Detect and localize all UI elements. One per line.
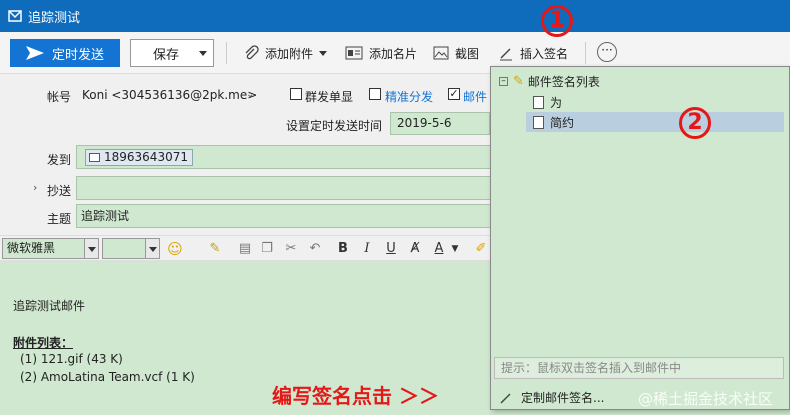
signature-item[interactable]: 为 xyxy=(533,92,562,112)
annotation-marker-2: 2 xyxy=(679,107,711,139)
save-label: 保存 xyxy=(153,47,180,63)
paperclip-icon xyxy=(245,45,259,60)
save-button[interactable]: 保存 xyxy=(130,39,214,67)
paste-icon[interactable]: ▤ xyxy=(236,240,254,258)
recipient-chip[interactable]: 18963643071 xyxy=(85,149,193,166)
cc-label: 抄送 xyxy=(47,184,72,198)
schedule-date-value: 2019-5-6 xyxy=(397,116,452,130)
signature-item-label: 简约 xyxy=(550,115,575,130)
more-options-icon[interactable]: ··· xyxy=(597,42,617,62)
add-card-button[interactable]: 添加名片 xyxy=(345,42,417,64)
pen-icon xyxy=(500,392,511,404)
toolbar-divider xyxy=(226,42,227,64)
copy-icon[interactable]: ❐ xyxy=(258,240,276,258)
signature-list-root[interactable]: – ✎ 邮件签名列表 xyxy=(499,71,600,91)
document-icon xyxy=(533,95,544,109)
add-attachment-label: 添加附件 xyxy=(265,46,314,61)
signature-hint-text: 提示：鼠标双击签名插入到邮件中 xyxy=(501,361,682,375)
image-icon xyxy=(433,46,449,60)
account-select[interactable]: Koni <304536136@2pk.me> xyxy=(82,88,257,102)
mail-compose-icon xyxy=(8,10,22,22)
toolbar-divider xyxy=(585,42,586,64)
schedule-date-field[interactable]: 2019-5-6 xyxy=(390,112,490,135)
chevron-down-icon[interactable] xyxy=(199,51,207,56)
insert-signature-button[interactable]: 插入签名 xyxy=(498,42,568,64)
document-icon xyxy=(533,115,544,129)
send-arrow-icon xyxy=(25,46,44,60)
annotation-marker-1-text: 1 xyxy=(549,8,565,33)
emoji-icon[interactable]: ☺ xyxy=(166,240,184,258)
signature-list-label: 邮件签名列表 xyxy=(527,74,600,89)
send-timed-button[interactable]: 定时发送 xyxy=(10,39,120,67)
attachment-item: (1) 121.gif (43 K) xyxy=(20,352,123,366)
watermark: @稀土掘金技术社区 xyxy=(638,390,774,408)
chevron-down-icon[interactable] xyxy=(319,50,328,56)
title-bar: 追踪测试 xyxy=(0,0,790,32)
group-single-label: 群发单显 xyxy=(305,90,354,104)
business-card-icon xyxy=(345,46,363,60)
insert-signature-label: 插入签名 xyxy=(520,46,569,61)
schedule-label: 设置定时发送时间 xyxy=(286,119,383,133)
attachment-list-title: 附件列表： xyxy=(13,336,74,350)
chevron-down-icon[interactable]: ⌄ xyxy=(246,89,254,100)
signature-folder-icon: ✎ xyxy=(513,73,524,89)
format-painter-icon[interactable]: ✎ xyxy=(206,240,224,258)
custom-signature-label: 定制邮件签名... xyxy=(521,391,605,405)
bold-icon[interactable]: B xyxy=(334,240,352,258)
add-attachment-button[interactable]: 添加附件 xyxy=(243,42,328,64)
signature-popup: – ✎ 邮件签名列表 为 简约 提示：鼠标双击签名插入到邮件中 定制邮件签名..… xyxy=(490,66,790,410)
subject-label: 主题 xyxy=(47,212,72,226)
underline-icon[interactable]: U xyxy=(382,240,400,258)
precise-dist-checkbox[interactable] xyxy=(369,88,381,100)
to-label: 发到 xyxy=(47,153,72,167)
screenshot-button[interactable]: 截图 xyxy=(433,42,479,64)
window-title: 追踪测试 xyxy=(28,10,81,26)
strikethrough-icon[interactable]: Ⱥ xyxy=(406,240,424,258)
recipient-text: 18963643071 xyxy=(104,150,188,164)
collapse-icon[interactable]: – xyxy=(499,76,508,86)
screenshot-label: 截图 xyxy=(455,46,480,61)
send-timed-label: 定时发送 xyxy=(51,47,104,63)
signature-item-label: 为 xyxy=(550,95,563,110)
custom-signature-button[interactable]: 定制邮件签名... xyxy=(499,389,604,406)
contact-card-icon xyxy=(89,153,100,162)
annotation-marker-1: 1 xyxy=(541,5,573,37)
group-single-checkbox[interactable] xyxy=(290,88,302,100)
undo-icon[interactable]: ↶ xyxy=(306,240,324,258)
annotation-caption: 编写签名点击 ＞＞ xyxy=(272,384,439,408)
annotation-marker-2-text: 2 xyxy=(687,110,703,135)
signature-item-selected[interactable]: 简约 xyxy=(526,112,784,132)
pen-icon xyxy=(500,48,512,61)
font-family-value: 微软雅黑 xyxy=(7,241,56,255)
cut-icon[interactable]: ✂ xyxy=(282,240,300,258)
body-text: 追踪测试邮件 xyxy=(13,299,86,313)
add-card-label: 添加名片 xyxy=(369,46,418,61)
chevron-down-icon[interactable] xyxy=(145,238,160,259)
chevron-down-icon[interactable]: ▼ xyxy=(446,240,464,258)
italic-icon[interactable]: I xyxy=(358,240,376,258)
highlight-icon[interactable]: ✐ xyxy=(472,240,490,258)
precise-dist-link[interactable]: 精准分发 xyxy=(385,88,433,105)
account-label: 帐号 xyxy=(47,90,72,104)
font-family-select[interactable]: 微软雅黑 xyxy=(2,238,85,259)
chevron-right-icon[interactable]: › xyxy=(33,181,37,194)
signature-hint: 提示：鼠标双击签名插入到邮件中 xyxy=(494,357,784,379)
mail-track-checkbox[interactable]: ✓ xyxy=(448,88,460,100)
attachment-item: (2) AmoLatina Team.vcf (1 K) xyxy=(20,370,195,384)
chevron-down-icon[interactable] xyxy=(84,238,99,259)
mail-track-link[interactable]: 邮件 xyxy=(463,88,487,105)
subject-value: 追踪测试 xyxy=(81,209,130,223)
font-size-select[interactable] xyxy=(102,238,146,259)
